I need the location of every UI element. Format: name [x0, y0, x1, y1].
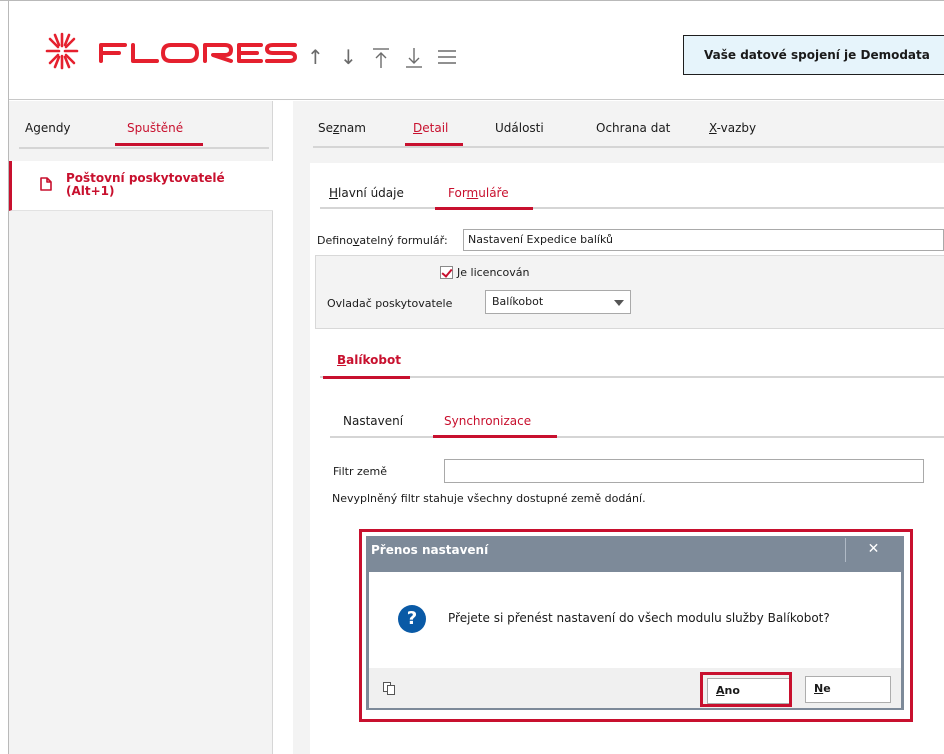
tab-udalosti-label: Události	[495, 121, 544, 135]
tab-ochrana-dat[interactable]: Ochrana dat	[596, 121, 670, 135]
tab-detail[interactable]: Detail	[413, 121, 448, 135]
flores-logo	[45, 32, 297, 70]
tab-seznam[interactable]: Seznam	[318, 121, 366, 135]
dialog-title: Přenos nastavení	[371, 543, 489, 557]
tab-seznam-suffix: nam	[339, 121, 366, 135]
arrow-to-top-icon[interactable]	[372, 47, 390, 72]
tab-udalosti[interactable]: Události	[495, 121, 544, 135]
tab-balikobot-accel: B	[337, 353, 347, 367]
question-icon: ?	[398, 605, 426, 633]
country-filter-input[interactable]	[444, 459, 924, 483]
left-tabs: Agendy Spuštěné	[9, 101, 273, 151]
tab-formulare-prefix: For	[448, 186, 467, 200]
tab-synchronizace[interactable]: Synchronizace	[444, 414, 531, 428]
no-button-accel: N	[814, 682, 824, 695]
active-tab-indicator	[115, 143, 203, 146]
left-tabs-divider	[19, 147, 269, 149]
menu-icon[interactable]	[437, 47, 457, 70]
active-inner-tab-indicator	[433, 435, 557, 438]
tab-spustene[interactable]: Spuštěné	[127, 121, 183, 135]
driver-select[interactable]: Balíkobot	[485, 290, 631, 314]
country-filter-hint: Nevyplněný filtr stahuje všechny dostupn…	[332, 492, 646, 505]
dialog-body: ? Přejete si přenést nastavení do všech …	[369, 572, 901, 668]
transfer-settings-dialog: Přenos nastavení ✕ ? Přejete si přenést …	[366, 536, 904, 710]
tab-formulare[interactable]: Formuláře	[448, 186, 509, 200]
yes-button-highlight	[700, 672, 792, 707]
no-button-rest: e	[823, 682, 831, 695]
definable-form-label: Definovatelný formulář:	[317, 234, 448, 247]
licensed-label: Je licencován	[457, 266, 529, 279]
data-connection-info: Vaše datové spojení je Demodata	[683, 35, 944, 75]
driver-select-value: Balíkobot	[492, 295, 544, 308]
tab-hlavni-udaje-suffix: lavní údaje	[338, 186, 404, 200]
arrow-to-bottom-icon[interactable]	[405, 47, 423, 72]
tab-hlavni-udaje[interactable]: Hlavní údaje	[329, 186, 404, 200]
dialog-message: Přejete si přenést nastavení do všech mo…	[448, 611, 830, 625]
active-section-tab-indicator	[323, 376, 410, 379]
tab-agendy[interactable]: Agendy	[25, 121, 71, 135]
country-filter-label: Filtr země	[333, 465, 387, 478]
document-icon	[40, 177, 52, 191]
section-tabs-divider	[320, 376, 944, 378]
driver-label: Ovladač poskytovatele	[327, 297, 453, 310]
sub-tabs-divider	[320, 207, 944, 209]
tab-balikobot-suffix: alíkobot	[346, 353, 401, 367]
active-main-tab-indicator	[405, 143, 463, 146]
left-panel: Agendy Spuštěné Poštovní poskytovatelé (…	[9, 101, 273, 754]
main-tabs-divider	[313, 146, 944, 148]
inner-tabs-divider	[330, 436, 944, 438]
close-icon[interactable]: ✕	[845, 538, 901, 562]
tab-x-vazby-accel: X	[709, 121, 717, 135]
chevron-down-icon	[614, 300, 624, 306]
arrow-up-icon[interactable]: ↑	[307, 47, 324, 67]
app-header: ↑ ↓ Vaše datové spojení je Demodata	[9, 1, 944, 100]
no-button[interactable]: Ne	[805, 676, 891, 703]
running-agenda-item[interactable]: Poštovní poskytovatelé (Alt+1)	[9, 161, 273, 211]
tab-nastaveni[interactable]: Nastavení	[343, 414, 403, 428]
definable-form-label-prefix: Defino	[317, 234, 353, 247]
licensed-checkbox[interactable]	[440, 266, 453, 279]
definable-form-field[interactable]: Nastavení Expedice balíků	[463, 229, 944, 251]
tab-x-vazby[interactable]: X-vazby	[709, 121, 756, 135]
tab-seznam-prefix: Se	[318, 121, 333, 135]
copy-icon[interactable]	[382, 681, 396, 695]
arrow-down-icon[interactable]: ↓	[340, 47, 357, 67]
tab-balikobot[interactable]: Balíkobot	[337, 353, 401, 367]
running-item-label: Poštovní poskytovatelé (Alt+1)	[66, 171, 225, 198]
tab-hlavni-udaje-accel: H	[329, 186, 339, 200]
tab-formulare-suffix: uláře	[478, 186, 509, 200]
active-sub-tab-indicator	[435, 207, 533, 210]
tab-detail-accel: D	[413, 121, 423, 135]
tab-ochrana-dat-label: Ochrana dat	[596, 121, 671, 135]
definable-form-label-suffix: atelný formulář:	[359, 234, 448, 247]
tab-detail-suffix: etail	[422, 121, 449, 135]
licensed-label-rest: e licencován	[460, 266, 530, 279]
tab-x-vazby-suffix: -vazby	[716, 121, 757, 135]
tab-formulare-accel: m	[466, 186, 479, 200]
